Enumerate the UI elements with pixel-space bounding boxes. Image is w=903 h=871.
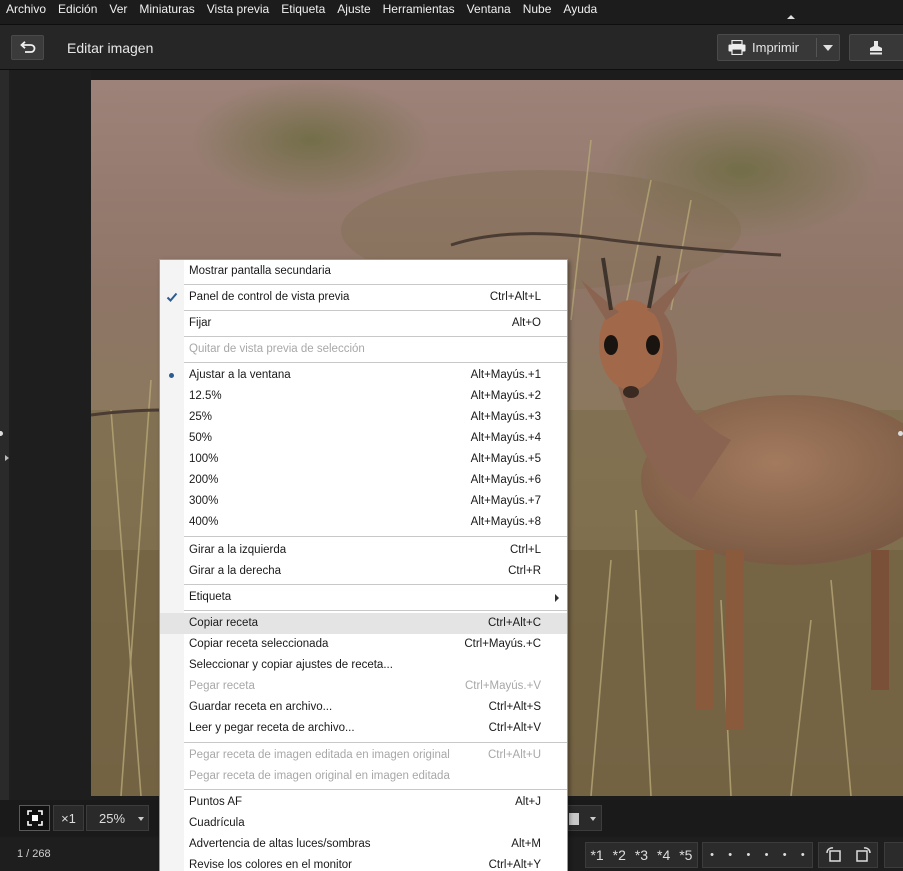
- menu-item-copiar-receta-seleccionada[interactable]: Copiar receta seleccionada Ctrl+Mayús.+C: [160, 634, 567, 655]
- menu-item-pegar-receta-original-editada: Pegar receta de imagen original en image…: [189, 770, 450, 782]
- printer-icon: [728, 40, 746, 55]
- print-label: Imprimir: [752, 40, 799, 55]
- actual-size-button[interactable]: ×1: [53, 805, 84, 831]
- expand-left-panel-icon[interactable]: [5, 455, 9, 461]
- menu-item-seleccionar-copiar-ajustes[interactable]: Seleccionar y copiar ajustes de receta..…: [160, 655, 567, 676]
- menu-separator: [184, 336, 567, 338]
- rotate-buttons: [818, 842, 878, 868]
- label-dot-button[interactable]: •: [801, 849, 805, 861]
- toolbar: Editar imagen Imprimir: [0, 24, 903, 70]
- menu-item-cuadricula[interactable]: Cuadrícula: [160, 813, 567, 834]
- menu-ayuda[interactable]: Ayuda: [557, 0, 603, 18]
- zoom-value: 25%: [99, 810, 126, 826]
- menu-item-zoom-50[interactable]: 50% Alt+Mayús.+4: [160, 428, 567, 449]
- menu-item-fijar[interactable]: Fijar Alt+O: [160, 313, 567, 334]
- overflow-button[interactable]: [884, 842, 903, 868]
- menu-separator: [184, 610, 567, 612]
- rating-2-button[interactable]: *2: [613, 847, 626, 863]
- submenu-arrow-icon: [555, 594, 559, 602]
- menu-separator: [184, 789, 567, 791]
- menu-bar: Archivo Edición Ver Miniaturas Vista pre…: [0, 0, 903, 18]
- menu-separator: [184, 310, 567, 312]
- menu-item-quitar-vista-previa: Quitar de vista previa de selección: [189, 343, 365, 355]
- view-mode-select[interactable]: [566, 805, 602, 831]
- menu-item-advertencia-altas-luces[interactable]: Advertencia de altas luces/sombras Alt+M: [160, 834, 567, 855]
- label-dot-button[interactable]: •: [783, 849, 787, 861]
- menu-ventana[interactable]: Ventana: [461, 0, 517, 18]
- menu-separator: [184, 536, 567, 538]
- fit-icon: [26, 810, 43, 826]
- menu-separator: [184, 362, 567, 364]
- left-panel: [0, 70, 91, 800]
- menu-item-puntos-af[interactable]: Puntos AF Alt+J: [160, 792, 567, 813]
- radio-bullet-icon: [169, 373, 174, 378]
- label-dot-button[interactable]: •: [710, 849, 714, 861]
- menu-herramientas[interactable]: Herramientas: [377, 0, 461, 18]
- menu-item-zoom-300[interactable]: 300% Alt+Mayús.+7: [160, 491, 567, 512]
- menu-item-etiqueta[interactable]: Etiqueta: [160, 587, 567, 608]
- menu-item-pegar-receta-editada-original: Pegar receta de imagen editada en imagen…: [189, 749, 541, 761]
- back-arrow-icon: [19, 40, 35, 53]
- menu-item-leer-pegar-receta[interactable]: Leer y pegar receta de archivo... Ctrl+A…: [160, 718, 567, 739]
- stamp-button[interactable]: [849, 34, 903, 61]
- menu-item-revise-colores[interactable]: Revise los colores en el monitor Ctrl+Al…: [160, 855, 567, 871]
- rotate-right-icon[interactable]: [854, 847, 872, 863]
- menu-item-zoom-400[interactable]: 400% Alt+Mayús.+8: [160, 512, 567, 533]
- menu-edicion[interactable]: Edición: [52, 0, 103, 18]
- zoom-select[interactable]: 25%: [86, 805, 149, 831]
- print-dropdown-icon[interactable]: [823, 45, 833, 51]
- fit-to-window-button[interactable]: [19, 805, 50, 831]
- menu-item-mostrar-pantalla-secundaria[interactable]: Mostrar pantalla secundaria: [160, 261, 567, 282]
- chevron-down-icon: [138, 817, 144, 821]
- menu-item-zoom-200[interactable]: 200% Alt+Mayús.+6: [160, 470, 567, 491]
- image-counter: 1 / 268: [17, 848, 51, 860]
- label-dot-button[interactable]: •: [765, 849, 769, 861]
- menu-etiqueta[interactable]: Etiqueta: [275, 0, 331, 18]
- resize-handle-right[interactable]: [898, 431, 903, 436]
- rating-5-button[interactable]: *5: [679, 847, 692, 863]
- menu-separator: [184, 284, 567, 286]
- menu-item-panel-control[interactable]: Panel de control de vista previa Ctrl+Al…: [160, 287, 567, 308]
- rating-4-button[interactable]: *4: [657, 847, 670, 863]
- stamp-icon: [870, 41, 882, 55]
- collapse-caret-icon[interactable]: [787, 15, 795, 19]
- menu-item-copiar-receta[interactable]: Copiar receta Ctrl+Alt+C: [160, 613, 567, 634]
- menu-item-zoom-12-5[interactable]: 12.5% Alt+Mayús.+2: [160, 386, 567, 407]
- rotate-left-icon[interactable]: [825, 847, 843, 863]
- rating-1-button[interactable]: *1: [590, 847, 603, 863]
- menu-separator: [184, 584, 567, 586]
- rating-buttons: *1 *2 *3 *4 *5: [585, 842, 698, 868]
- view-mode-icon: [569, 813, 579, 825]
- chevron-down-icon: [590, 817, 596, 821]
- menu-item-ajustar-ventana[interactable]: Ajustar a la ventana Alt+Mayús.+1: [160, 365, 567, 386]
- menu-ver[interactable]: Ver: [103, 0, 133, 18]
- label-dot-button[interactable]: •: [746, 849, 750, 861]
- back-button[interactable]: [11, 35, 44, 60]
- label-dots: • • • • • •: [702, 842, 813, 868]
- menu-ajuste[interactable]: Ajuste: [331, 0, 376, 18]
- page-title: Editar imagen: [67, 40, 154, 56]
- menu-nube[interactable]: Nube: [517, 0, 558, 18]
- print-button[interactable]: Imprimir: [717, 34, 840, 61]
- menu-miniaturas[interactable]: Miniaturas: [133, 0, 200, 18]
- rating-3-button[interactable]: *3: [635, 847, 648, 863]
- menu-item-girar-derecha[interactable]: Girar a la derecha Ctrl+R: [160, 561, 567, 582]
- label-dot-button[interactable]: •: [728, 849, 732, 861]
- menu-item-zoom-25[interactable]: 25% Alt+Mayús.+3: [160, 407, 567, 428]
- check-icon: [166, 292, 178, 302]
- menu-archivo[interactable]: Archivo: [0, 0, 52, 18]
- menu-vista-previa[interactable]: Vista previa: [201, 0, 275, 18]
- context-menu: Mostrar pantalla secundaria Panel de con…: [159, 259, 568, 871]
- menu-separator: [184, 742, 567, 744]
- menu-item-pegar-receta: Pegar receta Ctrl+Mayús.+V: [189, 680, 541, 692]
- menu-item-guardar-receta[interactable]: Guardar receta en archivo... Ctrl+Alt+S: [160, 697, 567, 718]
- menu-item-zoom-100[interactable]: 100% Alt+Mayús.+5: [160, 449, 567, 470]
- menu-item-girar-izquierda[interactable]: Girar a la izquierda Ctrl+L: [160, 540, 567, 561]
